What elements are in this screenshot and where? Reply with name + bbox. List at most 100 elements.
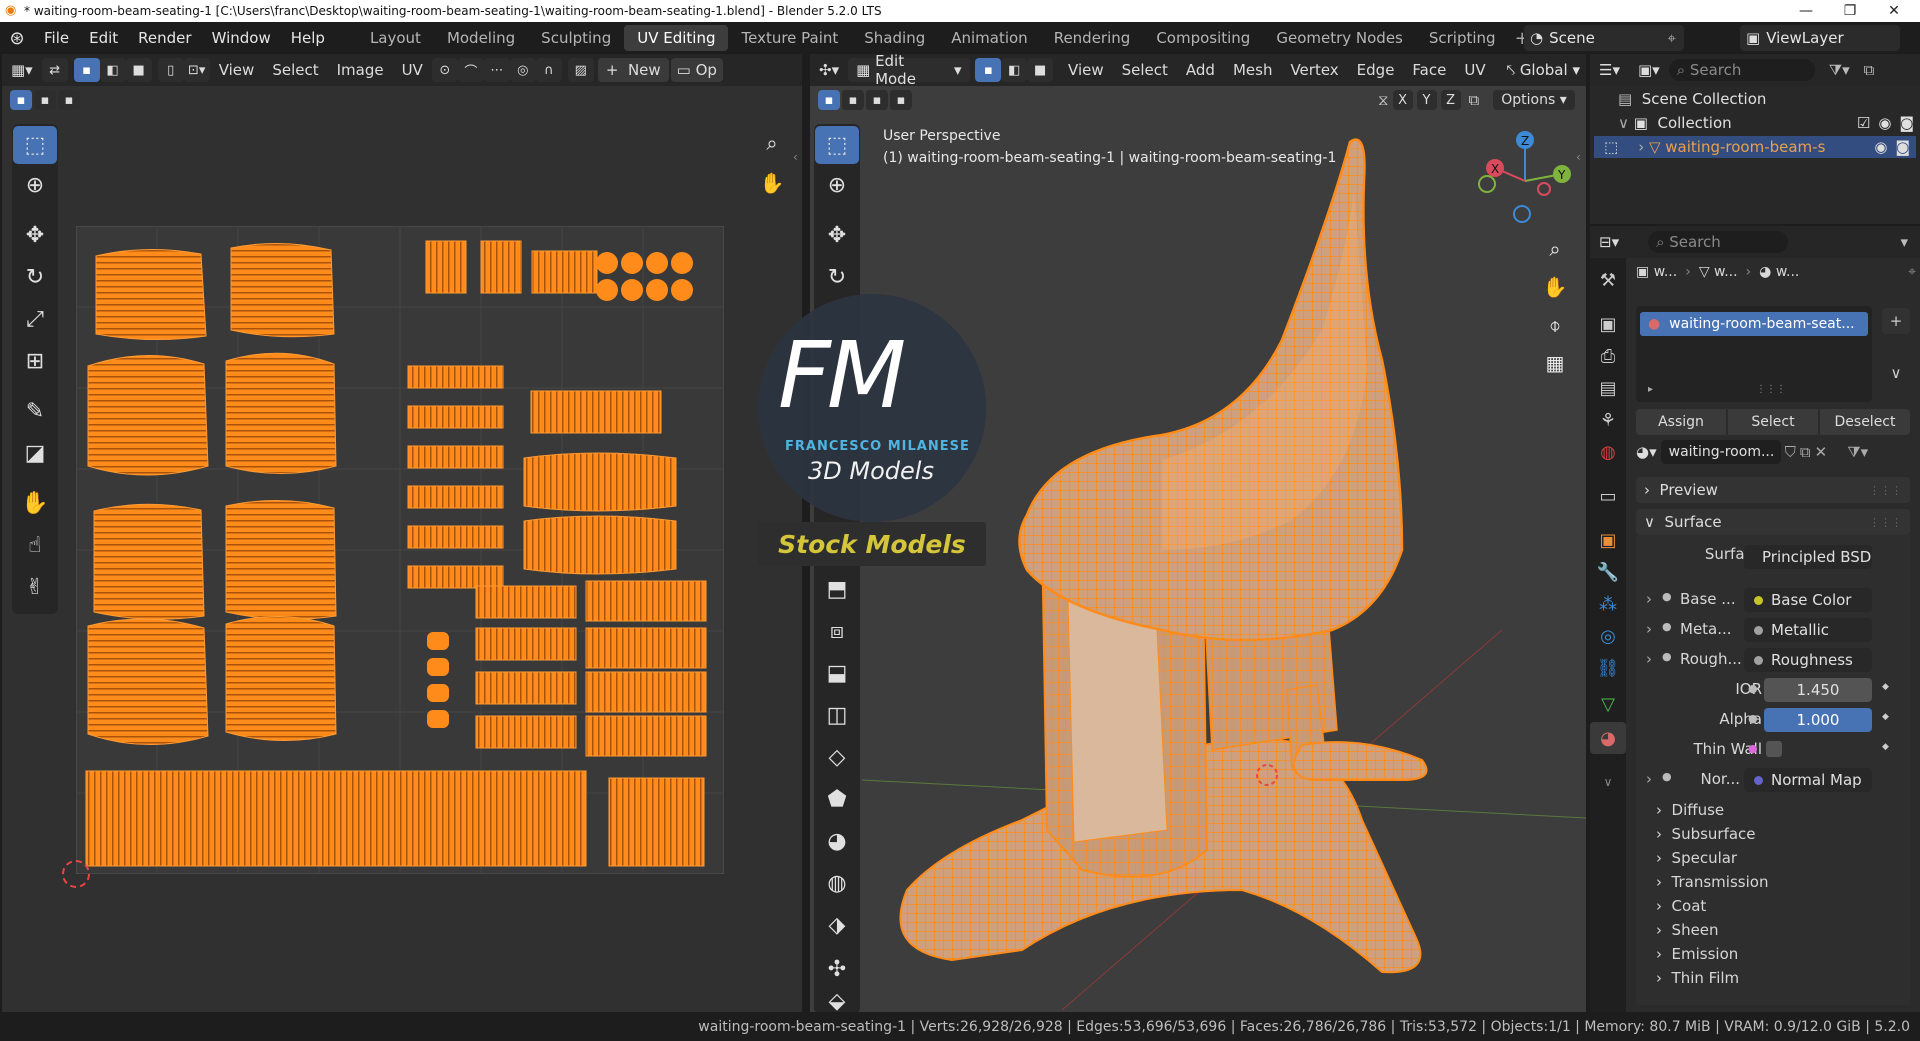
base-color-expand-icon[interactable]: › [1646, 590, 1652, 608]
tab-rendering[interactable]: Rendering [1041, 25, 1144, 51]
spin-tool-icon[interactable]: ◕ [815, 822, 859, 860]
ior-keyframe-icon[interactable]: ◆ [1882, 682, 1889, 692]
sticky-select-icon[interactable]: ⊡▾ [183, 58, 210, 82]
properties-type-icon[interactable]: ⊟▾ [1590, 233, 1628, 251]
menu-render[interactable]: Render [128, 29, 201, 47]
move-tool-icon[interactable]: ✥ [13, 216, 57, 254]
image-browse-icon[interactable]: ▨ [567, 58, 594, 82]
output-tab-icon[interactable]: ⎙ [1590, 340, 1626, 372]
viewport-menu-uv[interactable]: UV [1455, 61, 1494, 79]
assign-button[interactable]: Assign [1636, 409, 1726, 435]
pin-icon[interactable]: ⌖ [1668, 29, 1684, 47]
physics-tab-icon[interactable]: ◎ [1590, 620, 1626, 652]
pin-props-icon[interactable]: ⌖ [1908, 264, 1916, 280]
surface-shader-field[interactable]: Principled BSDF [1744, 545, 1872, 569]
uv-menu-image[interactable]: Image [328, 61, 393, 79]
vp-mode-new-icon[interactable]: ▪ [818, 90, 840, 110]
viewport-menu-mesh[interactable]: Mesh [1224, 61, 1282, 79]
outliner-type-icon[interactable]: ☰▾ [1590, 61, 1629, 79]
duplicate-material-icon[interactable]: ⧉ [1800, 443, 1811, 461]
annotate-tool-icon[interactable]: ✎ [13, 392, 57, 430]
subpanel-diffuse[interactable]: › Diffuse [1656, 801, 1724, 819]
relax-tool-icon[interactable]: ☝ [13, 526, 57, 564]
tool-tab-icon[interactable]: ⚒ [1590, 264, 1626, 296]
material-name-field[interactable]: waiting-room... [1660, 440, 1781, 464]
vp-zoom-icon[interactable]: ⌕ [1538, 232, 1572, 266]
add-slot-button[interactable]: + [1882, 308, 1910, 334]
transform-tool-icon[interactable]: ⊞ [13, 342, 57, 380]
new-collection-icon[interactable]: ⧉ [1864, 61, 1875, 79]
smooth-tool-icon[interactable]: ◍ [815, 864, 859, 902]
tabs-more-icon[interactable]: ∨ [1590, 766, 1626, 798]
slot-resize-handle[interactable]: ⋮⋮⋮ [1756, 384, 1786, 395]
tab-geometry-nodes[interactable]: Geometry Nodes [1263, 25, 1416, 51]
camera-view-icon[interactable]: ⌽ [1538, 308, 1572, 342]
roughness-field[interactable]: Roughness [1744, 648, 1872, 672]
props-options-icon[interactable]: ▾ [1900, 233, 1920, 251]
snap-icon[interactable]: ⌒ [457, 58, 484, 82]
drag-handle-icon[interactable]: ⋮⋮⋮ [1869, 484, 1910, 497]
subpanel-sheen[interactable]: › Sheen [1656, 921, 1719, 939]
maximize-button[interactable]: ❐ [1828, 0, 1872, 22]
material-slot-item[interactable]: ● waiting-room-beam-seat... [1640, 312, 1868, 336]
ortho-toggle-icon[interactable]: ▦ [1538, 346, 1572, 380]
viewport-menu-add[interactable]: Add [1177, 61, 1224, 79]
alpha-field[interactable]: 1.000 [1764, 708, 1872, 732]
data-tab-icon[interactable]: ▽ [1590, 688, 1626, 720]
blender-menu-icon[interactable]: ⊛ [0, 28, 34, 49]
mirror-y-toggle[interactable]: Y [1416, 90, 1437, 110]
properties-search[interactable]: ⌕ Search [1648, 231, 1789, 253]
sync-selection-icon[interactable]: ⇄ [41, 58, 68, 82]
subpanel-emission[interactable]: › Emission [1656, 945, 1738, 963]
vertex-select-icon[interactable]: ▪ [73, 58, 100, 82]
slot-expand-icon[interactable]: ▸ [1648, 384, 1653, 395]
ior-field[interactable]: 1.450 [1764, 678, 1872, 702]
drag-handle-icon[interactable]: ⋮⋮⋮ [1869, 516, 1910, 529]
knife-tool-icon[interactable]: ◇ [815, 738, 859, 776]
viewlayer-selector[interactable]: ▣ ViewLayer [1740, 25, 1900, 51]
shrink-fatten-tool-icon[interactable]: ✣ [815, 950, 859, 988]
thin-wall-socket-icon[interactable]: ● [1748, 742, 1758, 755]
face-select-icon[interactable]: ■ [125, 58, 152, 82]
pivot-icon[interactable]: ⊙ [431, 58, 458, 82]
fake-user-icon[interactable]: ⛉ [1785, 443, 1796, 461]
select-box-tool-icon[interactable]: ⬚ [13, 126, 57, 164]
thin-wall-checkbox[interactable] [1766, 741, 1782, 757]
edge-mode-icon[interactable]: ◧ [1001, 58, 1028, 82]
normal-map-field[interactable]: Normal Map [1744, 768, 1872, 792]
object-row[interactable]: ⬚ › ▽ waiting-room-beam-s ◉ ◙ [1594, 136, 1916, 158]
material-tab-icon[interactable]: ◕ [1590, 722, 1626, 754]
editor-type-icon[interactable]: ▦▾ [2, 61, 42, 79]
mode-extend-icon[interactable]: ▪ [34, 90, 56, 110]
loop-cut-tool-icon[interactable]: ◫ [815, 696, 859, 734]
menu-file[interactable]: File [34, 29, 79, 47]
view-layer-tab-icon[interactable]: ▤ [1590, 372, 1626, 404]
thin-wall-keyframe-icon[interactable]: ◆ [1882, 742, 1889, 752]
chair-mesh-render[interactable] [862, 130, 1586, 1010]
uv-menu-select[interactable]: Select [263, 61, 327, 79]
edge-select-icon[interactable]: ◧ [99, 58, 126, 82]
object-eye-icon[interactable]: ◉ [1874, 138, 1887, 156]
subpanel-subsurface[interactable]: › Subsurface [1656, 825, 1756, 843]
alpha-keyframe-icon[interactable]: ◆ [1882, 712, 1889, 722]
metallic-field[interactable]: Metallic [1744, 618, 1872, 642]
mode-selector[interactable]: ▦ Edit Mode ▾ [848, 52, 970, 88]
mode-subtract-icon[interactable]: ▪ [58, 90, 80, 110]
orientation-selector[interactable]: ⤣ Global ▾ [1501, 58, 1586, 82]
render-tab-icon[interactable]: ▣ [1590, 308, 1626, 340]
edge-slide-tool-icon[interactable]: ⬗ [815, 906, 859, 944]
uv-menu-view[interactable]: View [210, 61, 264, 79]
extrude-tool-icon[interactable]: ⬒ [815, 570, 859, 608]
normal-socket-icon[interactable]: ● [1662, 770, 1672, 783]
menu-edit[interactable]: Edit [79, 29, 128, 47]
proportional-edit-icon[interactable]: ◎ [509, 58, 536, 82]
material-browse-icon[interactable]: ◕▾ [1636, 443, 1657, 461]
viewport-menu-edge[interactable]: Edge [1348, 61, 1404, 79]
new-image-button[interactable]: + New [597, 58, 669, 82]
particles-tab-icon[interactable]: ⁂ [1590, 588, 1626, 620]
tab-modeling[interactable]: Modeling [434, 25, 528, 51]
uv-2d-cursor-icon[interactable] [62, 860, 90, 888]
cursor-tool-icon[interactable]: ⊕ [13, 166, 57, 204]
rotate-tool-icon[interactable]: ↻ [13, 258, 57, 296]
viewport-menu-vertex[interactable]: Vertex [1281, 61, 1347, 79]
